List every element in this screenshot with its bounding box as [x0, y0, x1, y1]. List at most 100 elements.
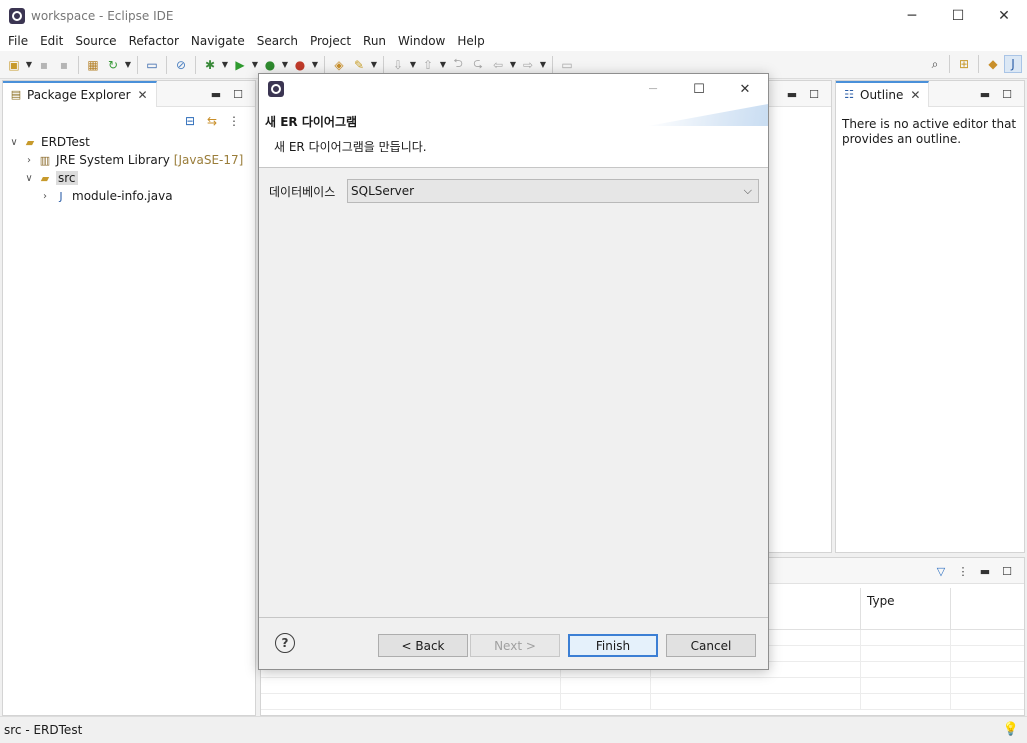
run-dropdown-icon[interactable]: ▼: [251, 56, 259, 74]
forward-icon[interactable]: ⇨: [519, 56, 537, 74]
maximize-view-icon[interactable]: ☐: [996, 562, 1018, 580]
coverage-icon[interactable]: ●: [261, 56, 279, 74]
link-with-editor-icon[interactable]: ⇆: [201, 113, 223, 129]
open-type-icon[interactable]: ◈: [330, 56, 348, 74]
next-annotation-icon[interactable]: ⇩: [389, 56, 407, 74]
maximize-button[interactable]: ☐: [935, 0, 981, 31]
new-icon[interactable]: ▣: [5, 56, 23, 74]
menu-project[interactable]: Project: [304, 31, 357, 51]
debug-dropdown-icon[interactable]: ▼: [221, 56, 229, 74]
refresh-icon[interactable]: ↻: [104, 56, 122, 74]
cancel-button[interactable]: Cancel: [666, 634, 756, 657]
window-title: workspace - Eclipse IDE: [31, 8, 174, 23]
outline-header: ☷ Outline ✕ ▬ ☐: [836, 80, 1024, 107]
tree-item-jre[interactable]: › ▥ JRE System Library [JavaSE-17]: [3, 151, 255, 169]
menu-search[interactable]: Search: [251, 31, 304, 51]
menu-help[interactable]: Help: [451, 31, 490, 51]
java-perspective-icon[interactable]: J: [1004, 55, 1022, 73]
expand-closed-icon[interactable]: ›: [39, 191, 51, 202]
dialog-minimize-button: ─: [649, 81, 657, 97]
finish-button[interactable]: Finish: [568, 634, 658, 657]
search-tool-dropdown-icon[interactable]: ▼: [370, 56, 378, 74]
minimize-view-icon[interactable]: ▬: [974, 85, 996, 103]
view-menu-icon[interactable]: ⋮: [223, 113, 245, 129]
close-icon[interactable]: ✕: [910, 88, 920, 102]
new-er-diagram-dialog: ─ ☐ ✕ 새 ER 다이어그램 새 ER 다이어그램을 만듭니다. 데이터베이…: [258, 73, 769, 670]
next-annotation-dropdown-icon[interactable]: ▼: [409, 56, 417, 74]
menu-run[interactable]: Run: [357, 31, 392, 51]
back-dropdown-icon[interactable]: ▼: [509, 56, 517, 74]
status-bar: src - ERDTest 💡: [0, 716, 1027, 743]
refresh-dropdown-icon[interactable]: ▼: [124, 56, 132, 74]
menu-navigate[interactable]: Navigate: [185, 31, 251, 51]
console-icon[interactable]: ▭: [143, 56, 161, 74]
maximize-view-icon[interactable]: ☐: [803, 85, 825, 103]
tree-item-module-info[interactable]: › J module-info.java: [3, 187, 255, 205]
close-button[interactable]: ✕: [981, 0, 1027, 31]
view-menu-icon[interactable]: ⋮: [952, 562, 974, 580]
column-header-type[interactable]: Type: [861, 588, 951, 630]
dialog-close-button[interactable]: ✕: [722, 74, 768, 104]
tree-item-src[interactable]: ∨ ▰ src: [3, 169, 255, 187]
skip-breakpoints-icon[interactable]: ⊘: [172, 56, 190, 74]
java-ee-perspective-icon[interactable]: ◆: [984, 55, 1002, 73]
build-icon[interactable]: ▦: [84, 56, 102, 74]
tree-item-label: src: [56, 171, 78, 185]
search-tool-icon[interactable]: ✎: [350, 56, 368, 74]
expand-open-icon[interactable]: ∨: [8, 137, 20, 148]
eclipse-logo-icon: [268, 81, 284, 97]
open-perspective-icon[interactable]: ⊞: [955, 55, 973, 73]
close-icon[interactable]: ✕: [138, 88, 148, 102]
search-icon[interactable]: ⌕: [926, 55, 944, 73]
help-icon[interactable]: ?: [275, 633, 295, 653]
menu-refactor[interactable]: Refactor: [123, 31, 185, 51]
save-icon[interactable]: ▪: [35, 56, 53, 74]
forward-dropdown-icon[interactable]: ▼: [539, 56, 547, 74]
lightbulb-icon[interactable]: 💡: [1003, 722, 1019, 737]
window-title-bar: workspace - Eclipse IDE ─ ☐ ✕: [0, 0, 1027, 31]
external-tools-dropdown-icon[interactable]: ▼: [311, 56, 319, 74]
collapse-all-icon[interactable]: ⊟: [179, 113, 201, 129]
eclipse-logo-icon: [9, 7, 25, 24]
back-button[interactable]: < Back: [378, 634, 468, 657]
database-select[interactable]: SQLServer ⌵: [347, 179, 759, 203]
dialog-separator: [259, 617, 768, 618]
dialog-maximize-button[interactable]: ☐: [676, 74, 722, 104]
minimize-button[interactable]: ─: [889, 0, 935, 31]
tab-package-explorer[interactable]: ▤ Package Explorer ✕: [3, 80, 157, 107]
menu-window[interactable]: Window: [392, 31, 451, 51]
minimize-view-icon[interactable]: ▬: [781, 85, 803, 103]
next-button[interactable]: Next >: [470, 634, 560, 657]
external-tools-icon[interactable]: ●: [291, 56, 309, 74]
chevron-down-icon[interactable]: ⌵: [744, 184, 752, 198]
new-dropdown-icon[interactable]: ▼: [25, 56, 33, 74]
expand-closed-icon[interactable]: ›: [23, 155, 35, 166]
expand-open-icon[interactable]: ∨: [23, 173, 35, 184]
tree-item-decoration: [JavaSE-17]: [173, 153, 244, 167]
coverage-dropdown-icon[interactable]: ▼: [281, 56, 289, 74]
prev-annotation-dropdown-icon[interactable]: ▼: [439, 56, 447, 74]
package-explorer-tab-label: Package Explorer: [27, 87, 131, 102]
filter-icon[interactable]: ▽: [930, 562, 952, 580]
maximize-view-icon[interactable]: ☐: [996, 85, 1018, 103]
database-label: 데이터베이스: [269, 184, 336, 199]
minimize-view-icon[interactable]: ▬: [205, 85, 227, 103]
pin-editor-icon[interactable]: ▭: [558, 56, 576, 74]
minimize-view-icon[interactable]: ▬: [974, 562, 996, 580]
prev-annotation-icon[interactable]: ⇧: [419, 56, 437, 74]
maximize-view-icon[interactable]: ☐: [227, 85, 249, 103]
table-row: [261, 694, 1024, 710]
tree-item-erdtest[interactable]: ∨ ▰ ERDTest: [3, 133, 255, 151]
save-all-icon[interactable]: ▪: [55, 56, 73, 74]
forward-edit-icon[interactable]: ⮎: [469, 56, 487, 74]
run-icon[interactable]: ▶: [231, 56, 249, 74]
menu-file[interactable]: File: [2, 31, 34, 51]
package-explorer-icon: ▤: [10, 88, 22, 101]
last-edit-icon[interactable]: ⮌: [449, 56, 467, 74]
tab-outline[interactable]: ☷ Outline ✕: [836, 80, 930, 107]
outline-panel: ☷ Outline ✕ ▬ ☐ There is no active edito…: [835, 80, 1025, 553]
back-icon[interactable]: ⇦: [489, 56, 507, 74]
debug-icon[interactable]: ✱: [201, 56, 219, 74]
menu-edit[interactable]: Edit: [34, 31, 69, 51]
menu-source[interactable]: Source: [69, 31, 122, 51]
